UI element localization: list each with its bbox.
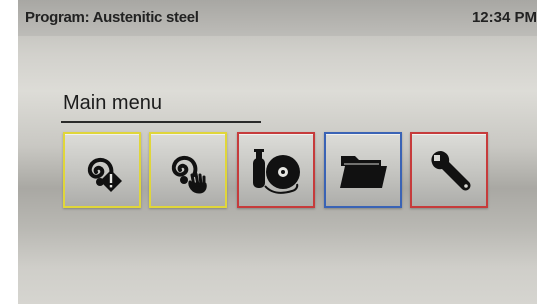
folder-icon bbox=[340, 156, 387, 188]
files-button[interactable] bbox=[324, 132, 402, 208]
weld-spiral-warning-icon bbox=[87, 157, 122, 192]
weld-spiral-manual-icon bbox=[171, 155, 207, 194]
weld-program-button[interactable] bbox=[63, 132, 141, 208]
gas-bottle-wire-reel-icon bbox=[253, 149, 300, 194]
menu-heading: Main menu bbox=[63, 92, 162, 114]
status-bar: Program: Austenitic steel 12:34 PM bbox=[18, 0, 537, 36]
menu-heading-divider bbox=[61, 121, 261, 123]
clock: 12:34 PM bbox=[471, 9, 537, 26]
consumables-button[interactable] bbox=[237, 132, 315, 208]
display-screen: Program: Austenitic steel 12:34 PM Main … bbox=[18, 0, 537, 304]
settings-button[interactable] bbox=[410, 132, 488, 208]
manual-weld-button[interactable] bbox=[149, 132, 227, 208]
wrench-icon bbox=[431, 151, 471, 191]
program-title: Program: Austenitic steel bbox=[25, 9, 199, 26]
